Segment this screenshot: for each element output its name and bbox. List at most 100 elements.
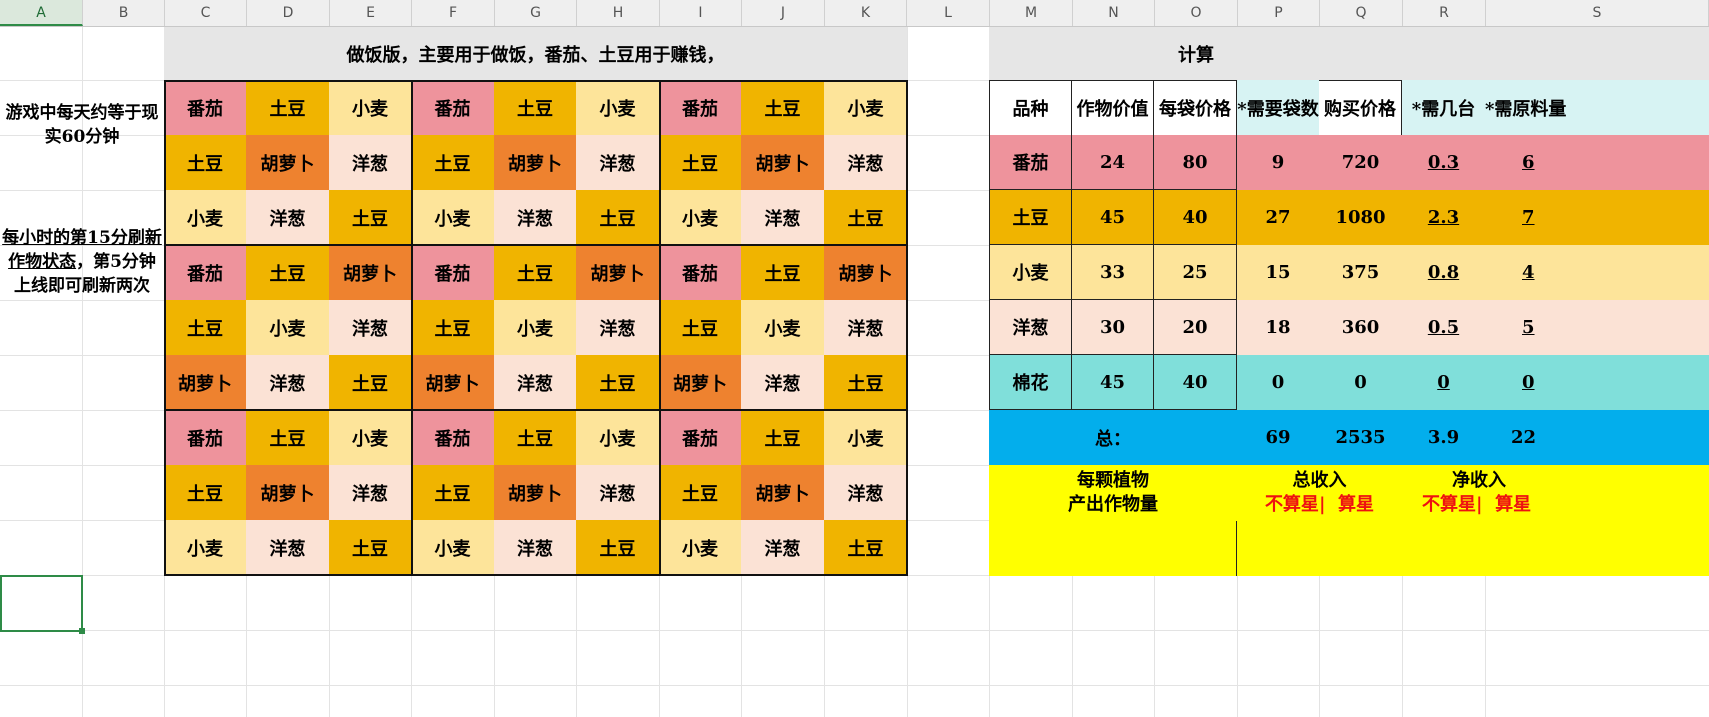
column-header-b[interactable]: B <box>83 0 165 26</box>
farm-cell[interactable]: 番茄 <box>411 410 494 465</box>
calc-cell-bags[interactable]: 18 <box>1237 300 1319 355</box>
net-no-star-value[interactable] <box>1402 521 1486 576</box>
column-header-a[interactable]: A <box>0 0 83 26</box>
column-header-k[interactable]: K <box>825 0 907 26</box>
farm-cell[interactable]: 番茄 <box>164 245 246 300</box>
calc-cell-raw[interactable]: 6 <box>1485 135 1709 190</box>
farm-cell[interactable]: 土豆 <box>824 520 907 575</box>
calc-cell-name[interactable]: 土豆 <box>989 190 1072 245</box>
farm-cell[interactable]: 土豆 <box>411 300 494 355</box>
farm-cell[interactable]: 土豆 <box>164 135 246 190</box>
calc-cell-bags[interactable]: 0 <box>1237 355 1319 410</box>
calc-cell-value[interactable]: 24 <box>1072 135 1154 190</box>
calc-cell-bags[interactable]: 9 <box>1237 135 1319 190</box>
farm-cell[interactable]: 洋葱 <box>824 300 907 355</box>
farm-cell[interactable]: 小麦 <box>576 410 659 465</box>
farm-cell[interactable]: 小麦 <box>164 190 246 245</box>
farm-cell[interactable]: 小麦 <box>824 410 907 465</box>
farm-cell[interactable]: 洋葱 <box>576 465 659 520</box>
farm-cell[interactable]: 洋葱 <box>246 355 329 410</box>
farm-cell[interactable]: 土豆 <box>411 465 494 520</box>
calc-cell-bags[interactable]: 15 <box>1237 245 1319 300</box>
farm-cell[interactable]: 洋葱 <box>329 300 411 355</box>
farm-cell[interactable]: 小麦 <box>741 300 824 355</box>
farm-cell[interactable]: 小麦 <box>329 410 411 465</box>
farm-cell[interactable]: 洋葱 <box>494 520 576 575</box>
farm-cell[interactable]: 洋葱 <box>494 190 576 245</box>
column-header-n[interactable]: N <box>1073 0 1155 26</box>
column-header-g[interactable]: G <box>495 0 577 26</box>
farm-cell[interactable]: 土豆 <box>824 355 907 410</box>
calc-cell-machines[interactable]: 2.3 <box>1402 190 1485 245</box>
column-header-i[interactable]: I <box>660 0 742 26</box>
farm-cell[interactable]: 胡萝卜 <box>494 465 576 520</box>
farm-cell[interactable]: 番茄 <box>164 80 246 135</box>
farm-cell[interactable]: 土豆 <box>164 300 246 355</box>
calc-cell-cost[interactable]: 360 <box>1319 300 1402 355</box>
farm-cell[interactable]: 洋葱 <box>741 190 824 245</box>
calc-cell-machines[interactable]: 0 <box>1402 355 1485 410</box>
column-header-q[interactable]: Q <box>1320 0 1403 26</box>
farm-cell[interactable]: 小麦 <box>824 80 907 135</box>
farm-cell[interactable]: 胡萝卜 <box>824 245 907 300</box>
net-with-star-value[interactable] <box>1485 521 1709 576</box>
farm-cell[interactable]: 胡萝卜 <box>659 355 741 410</box>
calc-cell-bag-price[interactable]: 25 <box>1154 245 1237 300</box>
farm-cell[interactable]: 土豆 <box>659 300 741 355</box>
column-header-p[interactable]: P <box>1238 0 1320 26</box>
farm-cell[interactable]: 番茄 <box>164 410 246 465</box>
farm-cell[interactable]: 洋葱 <box>246 190 329 245</box>
farm-cell[interactable]: 胡萝卜 <box>494 135 576 190</box>
farm-cell[interactable]: 洋葱 <box>741 355 824 410</box>
calc-cell-value[interactable]: 45 <box>1072 355 1154 410</box>
column-header-o[interactable]: O <box>1155 0 1238 26</box>
farm-cell[interactable]: 胡萝卜 <box>329 245 411 300</box>
farm-cell[interactable]: 番茄 <box>659 245 741 300</box>
calc-cell-machines[interactable]: 0.5 <box>1402 300 1485 355</box>
farm-cell[interactable]: 土豆 <box>246 245 329 300</box>
farm-cell[interactable]: 洋葱 <box>246 520 329 575</box>
calc-cell-bag-price[interactable]: 80 <box>1154 135 1237 190</box>
farm-cell[interactable]: 土豆 <box>576 520 659 575</box>
farm-cell[interactable]: 洋葱 <box>576 300 659 355</box>
farm-cell[interactable]: 胡萝卜 <box>576 245 659 300</box>
farm-cell[interactable]: 土豆 <box>741 245 824 300</box>
calc-cell-raw[interactable]: 5 <box>1485 300 1709 355</box>
calc-cell-cost[interactable]: 1080 <box>1319 190 1402 245</box>
farm-cell[interactable]: 洋葱 <box>824 465 907 520</box>
farm-cell[interactable]: 洋葱 <box>576 135 659 190</box>
calc-cell-raw[interactable]: 7 <box>1485 190 1709 245</box>
calc-cell-cost[interactable]: 375 <box>1319 245 1402 300</box>
farm-cell[interactable]: 胡萝卜 <box>411 355 494 410</box>
gross-with-star-value[interactable] <box>1319 521 1403 576</box>
farm-cell[interactable]: 土豆 <box>659 465 741 520</box>
farm-cell[interactable]: 番茄 <box>659 80 741 135</box>
calc-cell-bag-price[interactable]: 40 <box>1154 190 1237 245</box>
calc-cell-value[interactable]: 45 <box>1072 190 1154 245</box>
farm-cell[interactable]: 土豆 <box>164 465 246 520</box>
farm-cell[interactable]: 土豆 <box>329 190 411 245</box>
farm-cell[interactable]: 土豆 <box>246 410 329 465</box>
farm-cell[interactable]: 胡萝卜 <box>164 355 246 410</box>
farm-cell[interactable]: 土豆 <box>824 190 907 245</box>
farm-cell[interactable]: 土豆 <box>576 190 659 245</box>
farm-cell[interactable]: 土豆 <box>494 410 576 465</box>
calc-cell-machines[interactable]: 0.3 <box>1402 135 1485 190</box>
farm-cell[interactable]: 土豆 <box>494 80 576 135</box>
farm-cell[interactable]: 小麦 <box>411 520 494 575</box>
farm-cell[interactable]: 小麦 <box>246 300 329 355</box>
farm-cell[interactable]: 土豆 <box>246 80 329 135</box>
farm-cell[interactable]: 小麦 <box>411 190 494 245</box>
calc-cell-cost[interactable]: 720 <box>1319 135 1402 190</box>
calc-cell-name[interactable]: 小麦 <box>989 245 1072 300</box>
column-header-c[interactable]: C <box>165 0 247 26</box>
farm-cell[interactable]: 土豆 <box>329 355 411 410</box>
farm-cell[interactable]: 胡萝卜 <box>246 135 329 190</box>
calc-cell-bag-price[interactable]: 40 <box>1154 355 1237 410</box>
farm-cell[interactable]: 小麦 <box>659 520 741 575</box>
calc-cell-value[interactable]: 30 <box>1072 300 1154 355</box>
column-header-l[interactable]: L <box>907 0 990 26</box>
farm-cell[interactable]: 胡萝卜 <box>246 465 329 520</box>
calc-cell-raw[interactable]: 0 <box>1485 355 1709 410</box>
calc-cell-raw[interactable]: 4 <box>1485 245 1709 300</box>
